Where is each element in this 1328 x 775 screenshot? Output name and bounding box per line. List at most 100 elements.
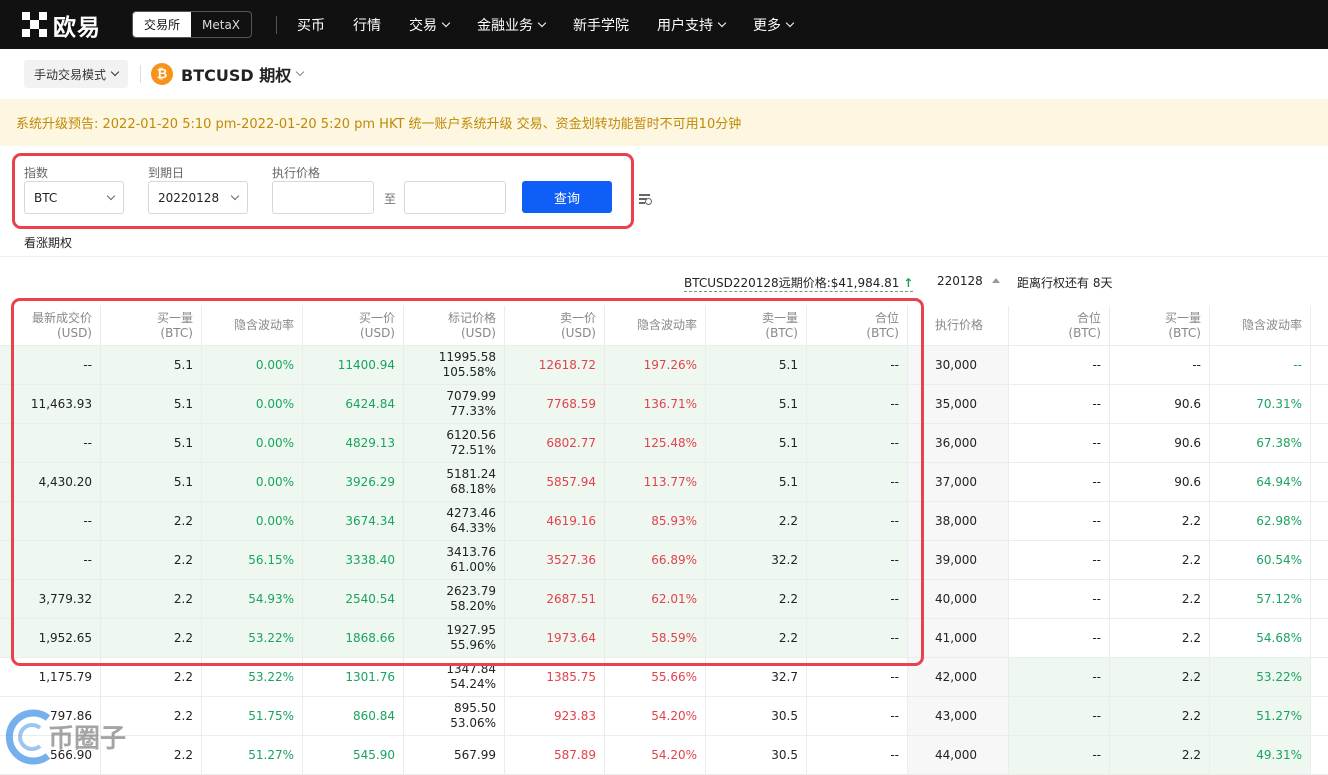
- cell-pbidsz: 2.2: [1110, 580, 1210, 618]
- trade-mode-dropdown[interactable]: 手动交易模式: [24, 60, 129, 88]
- cell-value: 37,000: [935, 474, 977, 489]
- cell-value: 860.84: [353, 708, 395, 723]
- cell-value: --: [890, 708, 899, 723]
- cell-value: 42,000: [935, 669, 977, 684]
- cell-value: 60.54%: [1256, 552, 1302, 567]
- nav-item-4[interactable]: 新手学院: [573, 15, 629, 35]
- cell-pbidsz: 2.2: [1110, 619, 1210, 657]
- pair-selector[interactable]: BTCUSD 期权: [181, 62, 305, 86]
- cell-strike: 43,000: [908, 697, 1009, 735]
- cell-value: 39,000: [935, 552, 977, 567]
- logo[interactable]: 欧易: [22, 8, 122, 42]
- cell-value: --: [1092, 474, 1101, 489]
- cell-value: 57.12%: [1256, 591, 1302, 606]
- cell-value: 923.83: [554, 708, 596, 723]
- cell-pbidsz: 2.2: [1110, 658, 1210, 696]
- cell-piv: 70.31%: [1210, 385, 1311, 423]
- cell-piv: 53.22%: [1210, 658, 1311, 696]
- table-row[interactable]: 797.86 2.2 51.75% 860.84 895.50 53.06% 923.83 5…: [0, 697, 1328, 736]
- cell-ppos: --: [1009, 619, 1110, 657]
- cell-pbidsz: 2.2: [1110, 541, 1210, 579]
- cell-value: 90.6: [1174, 435, 1201, 450]
- nav-item-label: 新手学院: [573, 17, 630, 34]
- nav-item-2[interactable]: 交易: [409, 15, 451, 35]
- cell-value: 35,000: [935, 396, 977, 411]
- cell-value: 41,000: [935, 630, 977, 645]
- cell-pos: --: [807, 736, 908, 774]
- cell-value: --: [1092, 357, 1101, 372]
- cell-ppos: --: [1009, 541, 1110, 579]
- cell-value: 2.2: [1181, 552, 1201, 567]
- cell-value: 90.6: [1174, 396, 1201, 411]
- cell-value: --: [1092, 747, 1101, 762]
- cell-piv: 57.12%: [1210, 580, 1311, 618]
- nav-item-label: 行情: [353, 17, 382, 34]
- table-row[interactable]: 566.90 2.2 51.27% 545.90 567.99 587.89 54.20% 3…: [0, 736, 1328, 775]
- cell-value: --: [890, 747, 899, 762]
- cell-piv: 64.94%: [1210, 463, 1311, 501]
- header-unit: (BTC): [1068, 325, 1101, 340]
- cell-value: 2.2: [173, 708, 193, 723]
- forward-price: BTCUSD220128远期价格:$41,984.81 ↑: [684, 274, 914, 292]
- cell-piv: 67.38%: [1210, 424, 1311, 462]
- cell-value: 30.5: [771, 708, 798, 723]
- nav-item-label: 金融业务: [477, 17, 534, 34]
- cell-ask: 587.89: [505, 736, 605, 774]
- okx-logo-icon: [22, 12, 47, 37]
- cell-strike: 44,000: [908, 736, 1009, 774]
- cell-value: 51.27%: [1256, 708, 1302, 723]
- cell-iv: 51.27%: [202, 736, 303, 774]
- expiry-switch[interactable]: 220128: [937, 274, 1000, 288]
- filter-settings-icon[interactable]: [639, 194, 652, 205]
- watermark-text: 币圈子: [48, 724, 127, 754]
- cell-value: 44,000: [935, 747, 977, 762]
- cell-value: 2.2: [1181, 591, 1201, 606]
- cell-mark: 895.50 53.06%: [404, 697, 505, 735]
- cell-value: --: [1092, 669, 1101, 684]
- header-unit: (BTC): [1168, 325, 1201, 340]
- column-header: 隐含波动率: [1210, 306, 1311, 345]
- calls-section-label: 看涨期权: [24, 236, 73, 250]
- brand-name: 欧易: [53, 14, 101, 41]
- nav-item-label: 用户支持: [657, 17, 714, 34]
- cell-value: --: [1293, 357, 1302, 372]
- cell-asksz: 30.5: [706, 697, 807, 735]
- tab-exchange[interactable]: 交易所: [133, 12, 192, 37]
- cell-pbidsz: 90.6: [1110, 385, 1210, 423]
- pair-title: BTCUSD 期权: [181, 66, 292, 85]
- cell-value: --: [1092, 708, 1101, 723]
- watermark: 币圈子: [0, 704, 150, 765]
- cell-ppos: --: [1009, 697, 1110, 735]
- cell-value: 2.2: [1181, 669, 1201, 684]
- upgrade-notice-banner: 系统升级预告: 2022-01-20 5:10 pm-2022-01-20 5:…: [0, 99, 1328, 146]
- cell-piv: 62.98%: [1210, 502, 1311, 540]
- cell-pos: --: [807, 697, 908, 735]
- nav-item-0[interactable]: 买币: [297, 15, 325, 35]
- cell-value: 30,000: [935, 357, 977, 372]
- cell-pbidsz: 90.6: [1110, 424, 1210, 462]
- nav-item-3[interactable]: 金融业务: [477, 15, 547, 35]
- nav-item-1[interactable]: 行情: [353, 15, 381, 35]
- cell-pbidsz: --: [1110, 346, 1210, 384]
- cell-ppos: --: [1009, 502, 1110, 540]
- cell-value: 40,000: [935, 591, 977, 606]
- nav-item-5[interactable]: 用户支持: [657, 15, 727, 35]
- nav-item-6[interactable]: 更多: [753, 15, 795, 35]
- cell-iv: 51.75%: [202, 697, 303, 735]
- cell-piv: 54.68%: [1210, 619, 1311, 657]
- top-navigation: 欧易 交易所 MetaX 买币 行情 交易 金融业务 新手学院 用户支持 更多: [0, 0, 1328, 49]
- cell-ppos: --: [1009, 424, 1110, 462]
- header-label: 执行价格: [935, 318, 984, 332]
- cell-subvalue: 54.24%: [450, 677, 496, 691]
- arrow-up-icon: ↑: [903, 276, 914, 290]
- cell-value: 2.2: [173, 747, 193, 762]
- cell-bid: 545.90: [303, 736, 404, 774]
- cell-value: 2.2: [1181, 708, 1201, 723]
- cell-value: 53.22%: [1256, 669, 1302, 684]
- cell-piv: 60.54%: [1210, 541, 1311, 579]
- chevron-down-icon: [717, 18, 727, 27]
- caret-up-icon: [991, 278, 1000, 283]
- tab-metax[interactable]: MetaX: [191, 12, 251, 37]
- cell-value: 1301.76: [345, 669, 395, 684]
- cell-value: 1385.75: [546, 669, 596, 684]
